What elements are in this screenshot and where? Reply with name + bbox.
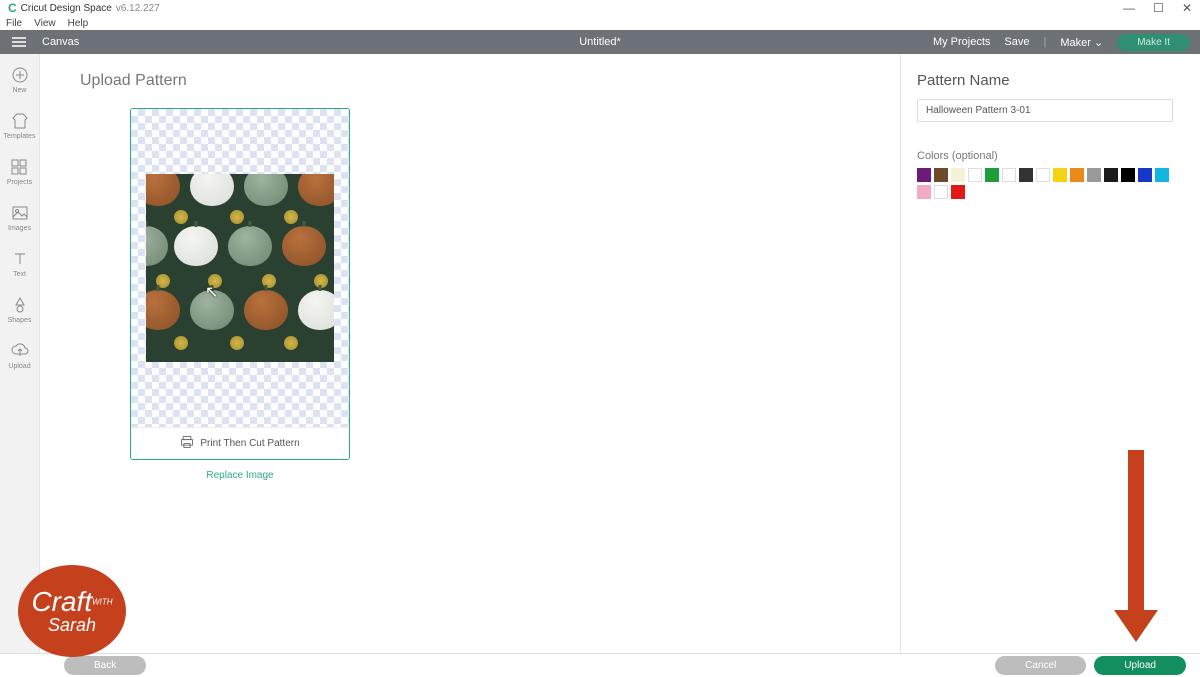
color-swatch[interactable] [951,185,965,199]
text-icon [11,250,29,268]
grid-icon [10,158,28,176]
image-icon [11,204,29,222]
color-swatch[interactable] [1002,168,1016,182]
color-swatch[interactable] [1155,168,1169,182]
plus-circle-icon [11,66,29,84]
footer-bar: Back Cancel Upload [0,653,1200,677]
document-title: Untitled* [579,36,621,48]
hamburger-icon[interactable] [12,37,26,47]
replace-image-link[interactable]: Replace Image [130,470,350,481]
machine-selector[interactable]: Maker ⌄ [1060,36,1103,49]
pattern-name-input[interactable] [917,99,1173,122]
color-swatch[interactable] [934,168,948,182]
canvas-label[interactable]: Canvas [42,36,79,48]
sidebar-item-upload[interactable]: Upload [8,342,30,370]
sidebar-item-new[interactable]: New [11,66,29,94]
left-sidebar: New Templates Projects Images Text Shape… [0,54,40,653]
color-swatch[interactable] [951,168,965,182]
color-swatch[interactable] [917,185,931,199]
sidebar-item-shapes[interactable]: Shapes [8,296,32,324]
color-swatch[interactable] [1070,168,1084,182]
menu-bar: File View Help [0,16,1200,30]
color-swatch[interactable] [1087,168,1101,182]
app-version: v6.12.227 [116,3,160,14]
app-header: Canvas Untitled* My Projects Save | Make… [0,30,1200,54]
shirt-icon [11,112,29,130]
chevron-down-icon: ⌄ [1094,37,1103,49]
preview-caption: Print Then Cut Pattern [131,427,349,459]
properties-panel: Pattern Name Colors (optional) [900,54,1200,653]
menu-view[interactable]: View [34,18,56,29]
color-swatch[interactable] [1104,168,1118,182]
color-swatch[interactable] [1121,168,1135,182]
cancel-button[interactable]: Cancel [995,656,1086,675]
menu-file[interactable]: File [6,18,22,29]
color-swatch[interactable] [985,168,999,182]
app-logo-icon: C [8,1,17,15]
color-swatch[interactable] [968,168,982,182]
color-swatches [917,168,1184,199]
colors-label: Colors (optional) [917,150,1184,162]
minimize-icon[interactable]: — [1123,1,1135,15]
save-link[interactable]: Save [1004,36,1029,48]
printer-icon [180,435,194,452]
color-swatch[interactable] [1019,168,1033,182]
close-icon[interactable]: ✕ [1182,1,1192,15]
main-panel: Upload Pattern [40,54,900,653]
color-swatch[interactable] [934,185,948,199]
sidebar-item-templates[interactable]: Templates [4,112,36,140]
pattern-preview-card[interactable]: Print Then Cut Pattern [130,108,350,460]
upload-icon [11,342,29,360]
color-swatch[interactable] [1138,168,1152,182]
page-title: Upload Pattern [80,72,860,90]
app-title: Cricut Design Space [21,3,112,14]
pattern-image [146,174,334,362]
sidebar-item-images[interactable]: Images [8,204,31,232]
make-it-button[interactable]: Make It [1117,34,1190,51]
upload-button[interactable]: Upload [1094,656,1186,675]
back-button[interactable]: Back [64,656,146,675]
window-titlebar: C Cricut Design Space v6.12.227 — ☐ ✕ [0,0,1200,16]
sidebar-item-text[interactable]: Text [11,250,29,278]
pattern-name-label: Pattern Name [917,72,1184,89]
color-swatch[interactable] [917,168,931,182]
shapes-icon [11,296,29,314]
maximize-icon[interactable]: ☐ [1153,1,1164,15]
sidebar-item-projects[interactable]: Projects [7,158,32,186]
separator: | [1044,36,1047,48]
my-projects-link[interactable]: My Projects [933,36,990,48]
color-swatch[interactable] [1053,168,1067,182]
menu-help[interactable]: Help [68,18,89,29]
color-swatch[interactable] [1036,168,1050,182]
transparency-background [131,109,349,427]
